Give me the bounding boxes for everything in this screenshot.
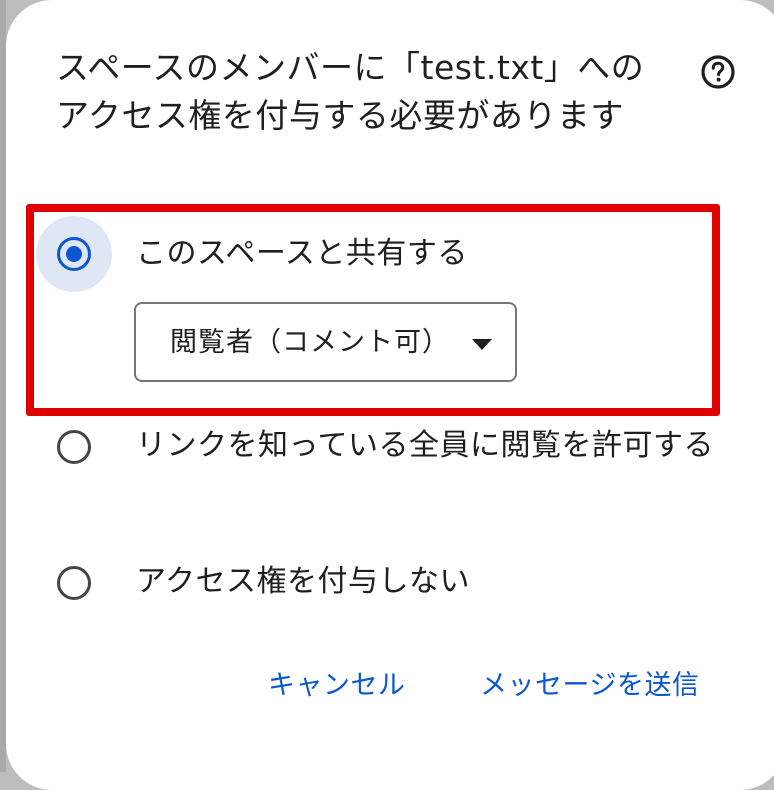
radio-anyone-with-link[interactable] [57, 430, 91, 464]
dropdown-arrow-icon [472, 339, 492, 350]
option-label: このスペースと共有する [136, 236, 468, 271]
option-share-with-space[interactable]: このスペースと共有する [6, 214, 774, 294]
dialog-title: スペースのメンバーに「test.txt」へのアクセス権を付与する必要があります [56, 48, 645, 135]
option-no-access[interactable]: アクセス権を付与しない [6, 556, 774, 616]
option-anyone-with-link[interactable]: リンクを知っている全員に閲覧を許可する [6, 420, 774, 510]
help-circle-icon[interactable] [698, 52, 738, 92]
permission-select[interactable]: 閲覧者（コメント可） [134, 302, 517, 382]
cancel-button[interactable]: キャンセル [268, 664, 406, 708]
option-label: リンクを知っている全員に閲覧を許可する [136, 428, 714, 463]
radio-share-with-space[interactable] [57, 237, 91, 271]
radio-selected-dot [66, 246, 82, 262]
send-message-button[interactable]: メッセージを送信 [480, 664, 699, 708]
share-access-dialog: スペースのメンバーに「test.txt」へのアクセス権を付与する必要があります … [6, 0, 774, 790]
permission-select-value: 閲覧者（コメント可） [170, 327, 450, 358]
option-label: アクセス権を付与しない [136, 564, 470, 599]
radio-no-access[interactable] [57, 566, 91, 600]
